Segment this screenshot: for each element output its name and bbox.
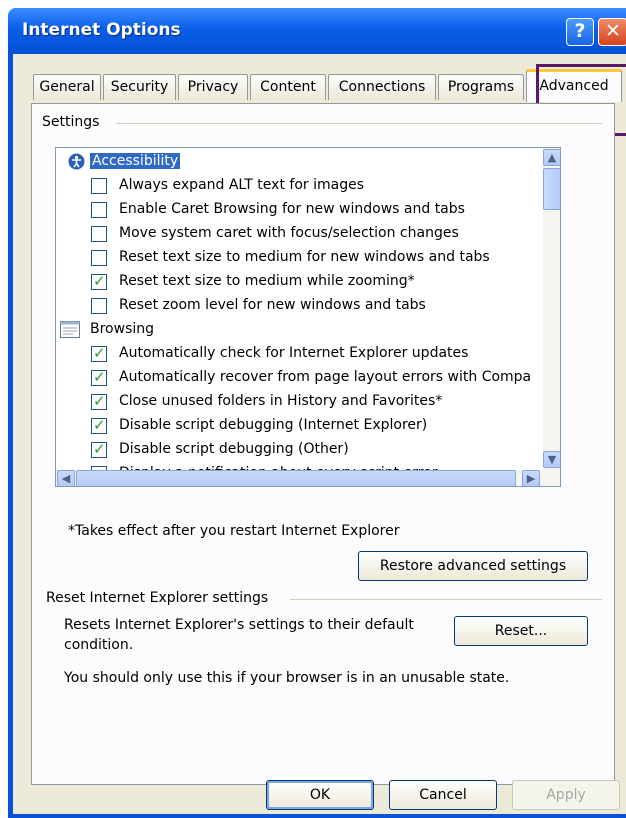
restore-advanced-settings-button[interactable]: Restore advanced settings (358, 551, 588, 581)
settings-tree-list[interactable]: Accessibility Always expand ALT text for… (55, 147, 561, 487)
reset-description-line2: condition. (64, 637, 134, 653)
horizontal-scroll-thumb[interactable] (76, 470, 516, 486)
reset-warning: You should only use this if your browser… (64, 670, 510, 686)
restart-note: *Takes effect after you restart Internet… (68, 523, 400, 539)
checkbox[interactable] (91, 178, 107, 194)
checkbox-checked[interactable] (91, 368, 107, 386)
checkbox[interactable] (91, 226, 107, 242)
setting-label: Reset text size to medium while zooming* (119, 273, 415, 289)
checkbox[interactable] (91, 202, 107, 218)
setting-label: Always expand ALT text for images (119, 177, 364, 193)
settings-group-label: Settings (42, 114, 104, 130)
setting-label: Disable script debugging (Internet Explo… (119, 417, 428, 433)
settings-divider (116, 123, 602, 125)
tab-security[interactable]: Security (103, 74, 176, 100)
accessibility-icon (68, 153, 85, 170)
setting-label: Reset text size to medium for new window… (119, 249, 490, 265)
internet-options-window: Internet Options ? ✕ General Security Pr… (8, 8, 626, 818)
title-bar[interactable]: Internet Options ? ✕ (8, 8, 626, 54)
tab-advanced[interactable]: Advanced (526, 69, 622, 102)
scroll-up-arrow-icon[interactable]: ▲ (543, 149, 560, 166)
setting-label: Move system caret with focus/selection c… (119, 225, 459, 241)
advanced-tab-panel: Settings Accessibility Always expand ALT… (31, 103, 615, 785)
tab-programs[interactable]: Programs (438, 74, 524, 100)
vertical-scrollbar[interactable]: ▲ ▼ (543, 148, 560, 470)
reset-group-label: Reset Internet Explorer settings (46, 590, 273, 606)
scroll-right-arrow-icon[interactable]: ▶ (522, 470, 540, 486)
checkbox-checked[interactable] (91, 392, 107, 410)
checkbox[interactable] (91, 298, 107, 314)
tab-privacy[interactable]: Privacy (178, 74, 248, 100)
setting-label: Close unused folders in History and Favo… (119, 393, 443, 409)
vertical-scroll-thumb[interactable] (543, 168, 560, 210)
scroll-down-arrow-icon[interactable]: ▼ (543, 451, 560, 468)
tab-content[interactable]: Content (250, 74, 326, 100)
dialog-client-area: General Security Privacy Content Connect… (13, 54, 626, 814)
setting-label: Disable script debugging (Other) (119, 441, 349, 457)
ok-button[interactable]: OK (266, 780, 374, 810)
checkbox-checked[interactable] (91, 272, 107, 290)
cancel-button[interactable]: Cancel (389, 780, 497, 810)
browsing-icon (60, 321, 80, 338)
apply-button[interactable]: Apply (512, 780, 620, 810)
reset-description: Resets Internet Explorer's settings to t… (64, 617, 414, 633)
reset-button[interactable]: Reset... (454, 616, 588, 646)
close-button[interactable]: ✕ (598, 18, 626, 46)
scroll-left-arrow-icon[interactable]: ◀ (57, 470, 75, 486)
setting-label: Enable Caret Browsing for new windows an… (119, 201, 465, 217)
checkbox-checked[interactable] (91, 416, 107, 434)
setting-label: Automatically recover from page layout e… (119, 369, 532, 385)
horizontal-scrollbar[interactable]: ◀ ▶ (56, 470, 560, 486)
checkbox-checked[interactable] (91, 344, 107, 362)
setting-label: Reset zoom level for new windows and tab… (119, 297, 426, 313)
category-label: Accessibility (90, 153, 181, 169)
window-title: Internet Options (22, 20, 181, 40)
tab-connections[interactable]: Connections (328, 74, 436, 100)
checkbox-checked[interactable] (91, 440, 107, 458)
reset-divider (290, 599, 602, 601)
setting-label: Automatically check for Internet Explore… (119, 345, 469, 361)
tab-general[interactable]: General (33, 74, 101, 100)
help-button[interactable]: ? (566, 18, 594, 46)
checkbox[interactable] (91, 250, 107, 266)
category-label: Browsing (90, 321, 155, 337)
